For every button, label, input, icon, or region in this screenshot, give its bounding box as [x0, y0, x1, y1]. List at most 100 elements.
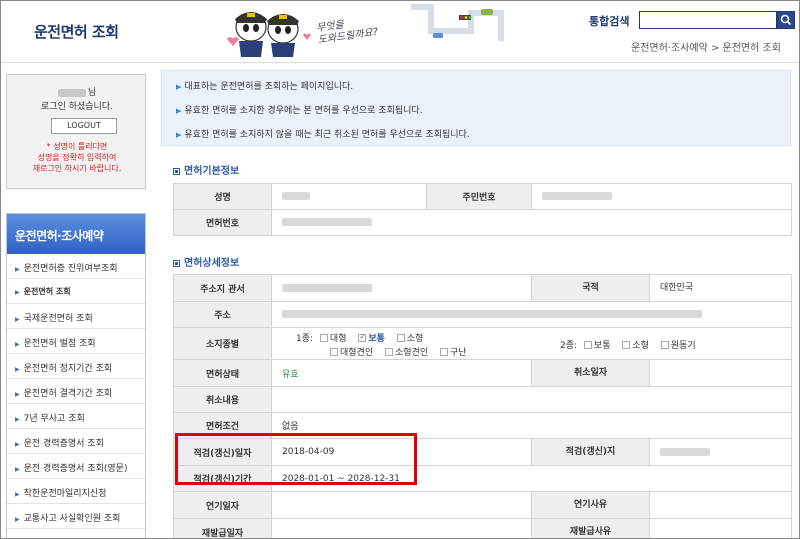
sidebar-item-label: 운전면허증 진위여부조회	[23, 264, 118, 274]
notice-line: ▶ 유효한 면허를 소지하지 않을 때는 최근 취소된 면허를 우선으로 조회됩니…	[176, 127, 470, 140]
reissue-reason-label: 재발급사유	[532, 519, 650, 538]
checkbox-label: 대형견인	[340, 348, 374, 358]
checkbox-class2-motor[interactable]	[660, 340, 669, 349]
sidebar-item-career-cert[interactable]: ▶ 운전 경력증명서 조회	[7, 429, 145, 454]
search-button[interactable]	[777, 11, 795, 29]
table-row: 재발급일자 재발급사유	[173, 518, 792, 538]
nationality-cell: 국적 대한민국	[531, 274, 792, 302]
redacted-value	[542, 192, 612, 200]
sidebar-item-career-cert-en[interactable]: ▶ 운전 경력증명서 조회(영문)	[7, 454, 145, 479]
sidebar-item-license-lookup[interactable]: ▶ 운전면허 조회	[7, 279, 145, 304]
bullet-icon: ▶	[15, 266, 20, 273]
notice-line: ▶ 대표하는 운전면허를 조회하는 페이지입니다.	[176, 79, 353, 92]
checkbox-class2-small[interactable]	[622, 340, 631, 349]
redacted-value	[282, 218, 372, 226]
sidebar-item-label: 운전 경력증명서 조회(영문)	[23, 464, 128, 474]
cancel-date-label: 취소일자	[532, 360, 650, 386]
sidebar-item-suspension[interactable]: ▶ 운전면허 정지기간 조회	[7, 354, 145, 379]
sidebar-item-license-verify[interactable]: ▶ 운전면허증 진위여부조회	[7, 254, 145, 279]
extend-date-label: 연기일자	[173, 491, 272, 519]
section-square-icon	[173, 259, 180, 267]
login-user: 님	[7, 85, 147, 98]
redacted-value	[660, 447, 710, 456]
class2-row: 2종: 보통 소형 원동기	[560, 338, 705, 351]
class1-row-top: 1종: 대형 보통 소형	[296, 331, 432, 345]
detail-info-table: 주소지 관서 국적 대한민국 주소 소지종별 1종: 대형 보통 소형	[173, 274, 792, 538]
checkbox-wrecker[interactable]	[440, 347, 448, 356]
renewal-place-cell: 적검(갱신)지	[531, 438, 792, 466]
bullet-icon: ▶	[15, 316, 20, 323]
table-row: 면허상태 유효 취소일자	[173, 359, 792, 387]
checkbox-label: 대형	[329, 334, 347, 344]
police-mascot-icon	[227, 12, 311, 57]
sidebar-item-label: 운전 경력증명서 조회	[23, 439, 104, 449]
license-type-value: 1종: 대형 보통 소형 대형견인 소형견인 구난 2종: 보통 소형 원동기	[271, 327, 792, 360]
sidebar-item-no-accident[interactable]: ▶ 7년 무사고 조회	[7, 404, 145, 429]
class2-label: 2종:	[560, 341, 578, 351]
renewal-place-row: 적검(갱신)지	[532, 439, 791, 465]
basic-info-title-text: 면허기본정보	[184, 166, 240, 177]
reissue-date-value	[271, 518, 532, 538]
name-label: 성명	[173, 183, 272, 210]
logout-button[interactable]: LOGOUT	[51, 118, 117, 134]
checkbox-small-tow[interactable]	[385, 347, 393, 356]
bullet-icon: ▶	[15, 491, 20, 498]
sidebar-item-penalty-points[interactable]: ▶ 운전면허 벌점 조회	[7, 329, 145, 354]
table-row: 소지종별 1종: 대형 보통 소형 대형견인 소형견인 구난 2종: 보통 소형	[173, 327, 792, 360]
checkbox-label: 소형	[632, 341, 649, 351]
checkbox-class2-regular[interactable]	[583, 340, 592, 349]
checkbox-large-tow[interactable]	[330, 347, 338, 356]
redacted-value	[282, 283, 372, 292]
section-square-icon	[173, 167, 180, 175]
checkbox-large[interactable]	[319, 333, 328, 342]
login-name-suffix: 님	[87, 88, 97, 98]
basic-info-title: 면허기본정보	[173, 162, 239, 177]
arrow-icon: ▶	[176, 83, 182, 91]
name-value	[271, 183, 427, 210]
sidebar-item-label: 교통사고 사실확인원 조회	[23, 514, 121, 524]
breadcrumb: 운전면허·조사예약 > 운전면허 조회	[631, 43, 781, 54]
office-label: 주소지 관서	[173, 274, 272, 302]
notice-text: 유효한 면허를 소지한 경우에는 본 면허를 우선으로 조회됩니다.	[184, 106, 423, 116]
table-row: 주소지 관서 국적 대한민국	[173, 274, 792, 302]
address-label: 주소	[173, 301, 272, 328]
checkbox-regular[interactable]	[358, 332, 367, 342]
sidebar-item-label: 착한운전마일리지신청	[23, 489, 107, 499]
cancel-content-value	[271, 386, 792, 413]
sidebar-item-label: 운전면허 벌점 조회	[23, 339, 96, 349]
search-input[interactable]	[639, 11, 777, 29]
class1-label: 1종:	[296, 334, 314, 344]
bullet-icon: ▶	[15, 441, 20, 448]
cancel-content-label: 취소내용	[173, 386, 272, 413]
notice-text: 유효한 면허를 소지하지 않을 때는 최근 취소된 면허를 우선으로 조회됩니다…	[184, 130, 470, 140]
sidebar-item-accident-cert[interactable]: ▶ 교통사고 사실확인원 조회	[7, 504, 145, 529]
renewal-place-value	[650, 440, 710, 465]
extend-reason-cell: 연기사유	[531, 491, 792, 519]
reissue-date-label: 재발급일자	[173, 518, 272, 538]
table-row: 성명 주민번호	[173, 183, 792, 210]
checkbox-small[interactable]	[396, 333, 405, 342]
sidebar-item-label: 국제운전면허 조회	[23, 314, 93, 324]
reissue-reason-cell: 재발급사유	[531, 518, 792, 538]
redacted-value	[282, 192, 310, 200]
login-message: 로그인 하셨습니다.	[41, 102, 113, 112]
cancel-date-row: 취소일자	[532, 360, 791, 386]
table-row: 연기일자 연기사유	[173, 491, 792, 519]
sidebar-item-label: 운전면허 결격기간 조회	[23, 389, 113, 399]
road-decoration-icon	[411, 4, 504, 41]
nationality-row: 국적 대한민국	[532, 275, 791, 301]
checkbox-label: 구난	[450, 348, 467, 358]
sidebar-header: 운전면허·조사예약	[7, 214, 145, 254]
bullet-icon: ▶	[15, 516, 20, 523]
license-no-value	[271, 209, 792, 236]
sidebar-item-mileage[interactable]: ▶ 착한운전마일리지신청	[7, 479, 145, 504]
nationality-value: 대한민국	[660, 283, 694, 293]
highlight-box	[175, 433, 417, 485]
bullet-icon: ▶	[15, 391, 20, 398]
status-label: 면허상태	[173, 359, 272, 387]
basic-info-table: 성명 주민번호 면허번호	[173, 183, 792, 236]
sidebar-item-disqualification[interactable]: ▶ 운전면허 결격기간 조회	[7, 379, 145, 404]
sidebar-item-intl-license[interactable]: ▶ 국제운전면허 조회	[7, 304, 145, 329]
sidebar-item-label: 7년 무사고 조회	[23, 414, 85, 424]
ssn-value	[531, 183, 792, 210]
